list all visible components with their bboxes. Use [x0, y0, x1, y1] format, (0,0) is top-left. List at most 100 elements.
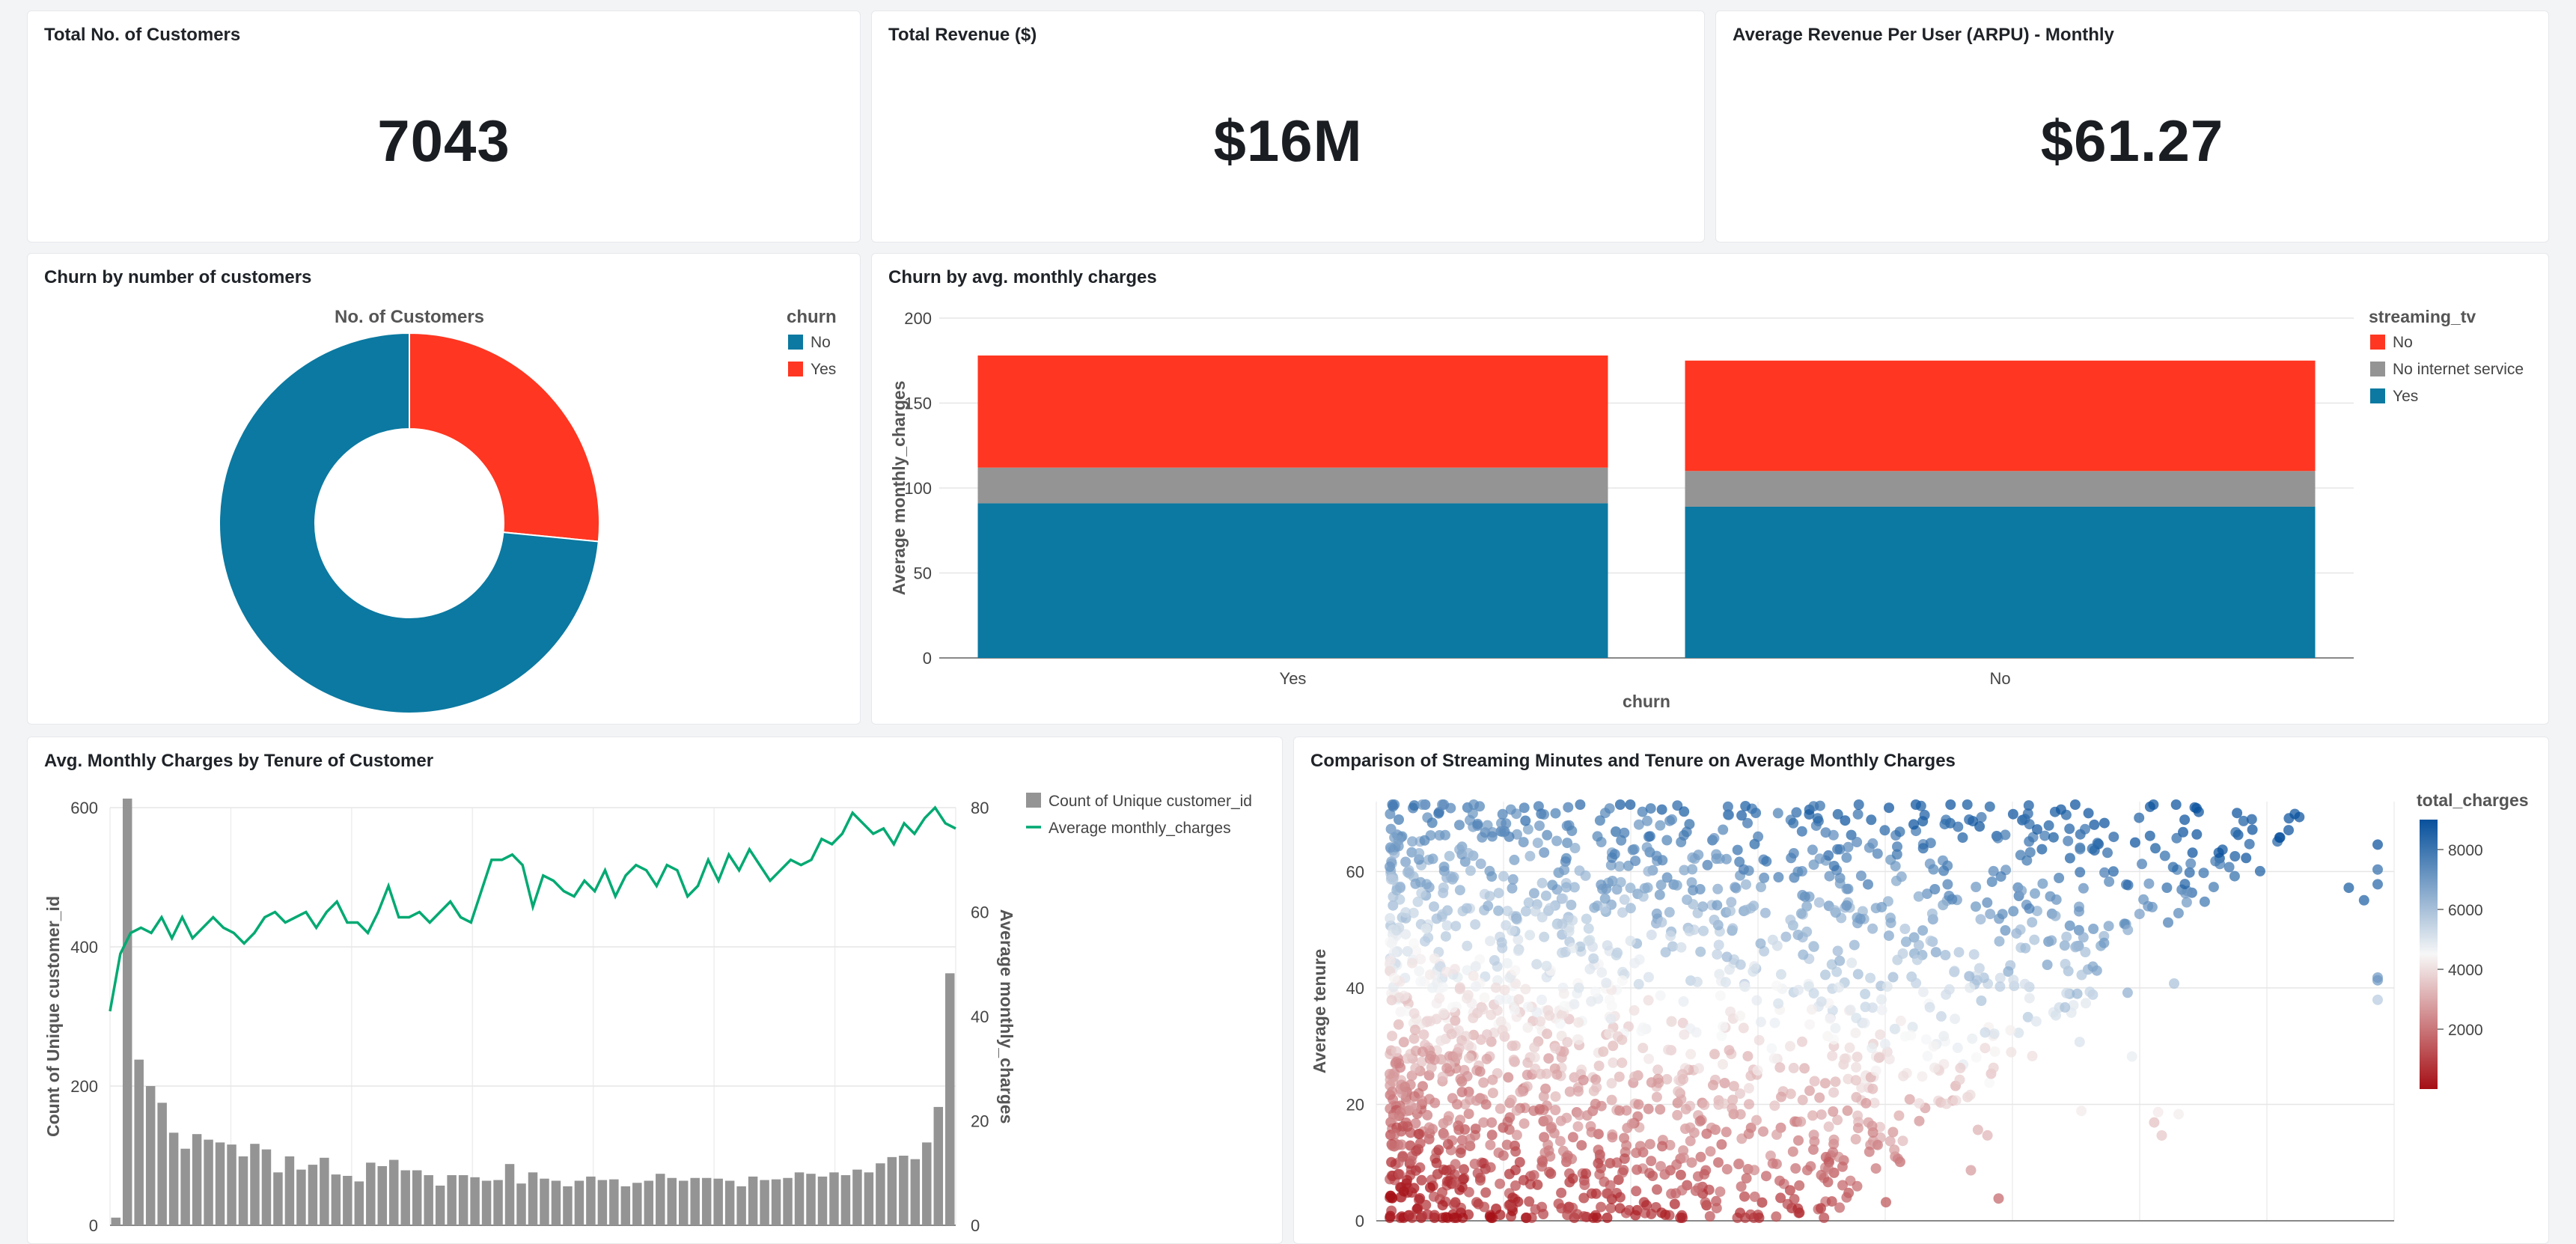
bar — [250, 1144, 260, 1225]
scatter-point — [2037, 878, 2048, 889]
scatter-point — [1639, 882, 1650, 894]
scatter-point — [1410, 1063, 1421, 1074]
scatter-point — [1584, 963, 1596, 975]
scatter-point — [1656, 1207, 1667, 1219]
scatter-point — [1761, 856, 1772, 867]
bar — [435, 1185, 445, 1225]
color-legend-bar — [2420, 820, 2438, 1089]
scatter-point — [1443, 1111, 1454, 1122]
bar — [331, 1174, 341, 1225]
scatter-point — [1938, 865, 1950, 876]
scatter-point — [1507, 1192, 1519, 1204]
scatter-point — [2060, 809, 2072, 820]
scatter-point — [1388, 801, 1399, 812]
scatter-point — [2173, 908, 2184, 918]
scatter-point — [1859, 1017, 1870, 1028]
scatter-point — [1940, 950, 1951, 960]
scatter-point — [2050, 910, 2061, 921]
scatter-point — [1792, 866, 1804, 877]
scatter-point — [1619, 1153, 1630, 1164]
scatter-point — [1614, 1105, 1625, 1116]
bar — [261, 1149, 272, 1225]
scatter-point — [1587, 941, 1598, 952]
scatter-point — [1651, 1091, 1662, 1103]
bar — [192, 1134, 202, 1225]
scatter-point — [1845, 1004, 1856, 1016]
scatter-point — [1897, 948, 1908, 959]
y-tick-label: 600 — [70, 799, 98, 817]
scatter-point — [1705, 1146, 1716, 1157]
scatter-point — [1852, 1052, 1863, 1062]
scatter-point — [2078, 932, 2089, 943]
scatter-point — [1441, 1063, 1453, 1074]
bar — [516, 1183, 526, 1225]
donut-chart: No. of Customers churn No Yes — [219, 307, 837, 714]
scatter-point — [1427, 853, 1438, 865]
scatter-point — [1615, 876, 1626, 888]
scatter-point — [1450, 1159, 1461, 1170]
scatter-point — [1417, 799, 1428, 810]
legend-swatch — [1026, 793, 1041, 808]
scatter-point — [2059, 940, 2070, 951]
scatter-point — [1671, 879, 1682, 891]
legend-swatch — [2370, 335, 2385, 350]
scatter-point — [1741, 879, 1751, 890]
scatter-point — [1873, 1052, 1884, 1064]
scatter-point — [1850, 1028, 1861, 1039]
x-tick-label: Yes — [1280, 669, 1307, 688]
scatter-point — [1867, 838, 1878, 849]
scatter-point — [1967, 1033, 1978, 1044]
scatter-point — [1657, 1141, 1667, 1152]
scatter-point — [1617, 1034, 1628, 1046]
scatter-point — [1602, 1213, 1613, 1223]
bar — [667, 1177, 677, 1225]
scatter-point — [1673, 1086, 1684, 1097]
scatter-point — [1930, 947, 1941, 958]
scatter-point — [1823, 1163, 1834, 1174]
scatter-point — [1519, 1118, 1530, 1129]
scatter-point — [2024, 836, 2035, 847]
scatter-point — [1715, 990, 1726, 1001]
scatter-point — [1697, 901, 1709, 912]
scatter-point — [1735, 959, 1746, 970]
bar — [458, 1175, 468, 1225]
scatter-point — [1828, 1087, 1840, 1098]
scatter-point — [1576, 1140, 1587, 1151]
bar — [864, 1172, 874, 1225]
scatter-point — [1438, 1007, 1449, 1019]
scatter-point — [2372, 994, 2383, 1005]
scatter-point — [2170, 799, 2182, 810]
scatter-point — [1841, 852, 1852, 863]
bar — [296, 1169, 306, 1225]
scatter-point — [1843, 883, 1854, 894]
scatter-point — [1434, 830, 1445, 841]
scatter-point — [1638, 1043, 1649, 1054]
scatter-point — [1643, 1103, 1654, 1115]
scatter-point — [1551, 1069, 1563, 1080]
scatter-point — [1876, 1004, 1887, 1016]
scatter-point — [1524, 930, 1536, 941]
scatter-point — [1865, 972, 1876, 984]
scatter-point — [1398, 1037, 1409, 1048]
bar — [563, 1186, 573, 1225]
scatter-point — [1655, 1104, 1666, 1115]
scatter-point — [1453, 1120, 1464, 1131]
scatter-point — [1828, 1034, 1840, 1045]
scatter-point — [2089, 819, 2100, 830]
scatter-point — [1474, 1066, 1486, 1077]
scatter-point — [1807, 1110, 1818, 1121]
scatter-point — [1518, 837, 1529, 848]
scatter-point — [1788, 848, 1799, 859]
scatter-point — [1547, 879, 1558, 891]
scatter-point — [1914, 1098, 1925, 1109]
scatter-point — [1386, 995, 1397, 1006]
scatter-point — [1839, 1053, 1850, 1064]
scatter-point — [1917, 925, 1929, 936]
scatter-point — [1420, 923, 1432, 934]
y2-tick-label: 20 — [971, 1112, 989, 1131]
scatter-point — [1510, 965, 1521, 976]
bar — [168, 1132, 179, 1225]
scatter-point — [1721, 951, 1733, 963]
scatter-point — [1892, 1153, 1903, 1165]
scatter-point — [1832, 844, 1843, 855]
